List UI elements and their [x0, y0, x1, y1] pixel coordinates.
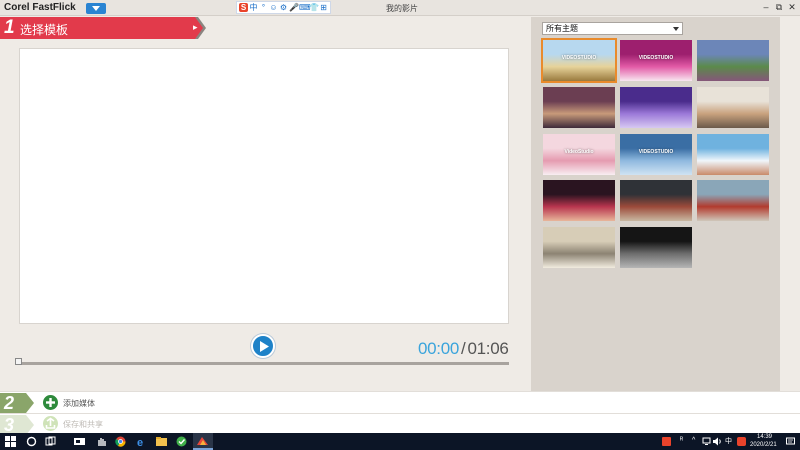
template-vintage-car-dark[interactable]: [620, 227, 692, 268]
fastflick-taskbar-button[interactable]: [193, 433, 213, 450]
step2-badge: 2: [0, 393, 34, 413]
step2-row[interactable]: 2 添加媒体: [0, 391, 800, 413]
template-videostudio-wheat[interactable]: VIDEOSTUDIO: [541, 38, 617, 83]
theme-filter-value: 所有主题: [546, 24, 578, 33]
step1-arrow-icon: ▸: [193, 22, 198, 32]
template-family-portrait[interactable]: [697, 87, 769, 128]
total-time: 01:06: [467, 339, 509, 358]
svg-text:e: e: [137, 437, 143, 447]
windows-taskbar: e ᴿ ^ 中 14:39 2020/2/21: [0, 433, 800, 450]
hand-icon[interactable]: [96, 436, 107, 447]
app-title: Corel FastFlick: [4, 2, 76, 13]
preview-area: [19, 48, 509, 324]
play-button[interactable]: [251, 334, 275, 358]
step1-number: 1: [4, 17, 15, 38]
template-vintage-car-sepia[interactable]: [543, 227, 615, 268]
title-bar: Corel FastFlick S 中 ° ☺ ⚙ 🎤 ⌨ 👕 ⊞ 我的影片 –…: [0, 0, 800, 16]
play-icon: [260, 341, 269, 352]
ime-voice-icon[interactable]: 🎤: [289, 3, 299, 12]
template-couple-red[interactable]: [543, 180, 615, 221]
ime-toolbox-icon[interactable]: ⊞: [319, 3, 328, 12]
tray-chevron-icon[interactable]: ^: [692, 437, 695, 444]
ime-keyboard-icon[interactable]: ⌨: [299, 3, 311, 12]
template-blue-ice[interactable]: VIDEOSTUDIO: [620, 134, 692, 175]
ime-skin-icon[interactable]: 👕: [309, 3, 319, 12]
sogou-tray-icon[interactable]: [737, 437, 746, 446]
clock-date[interactable]: 2020/2/21: [750, 442, 777, 448]
plus-circle-icon[interactable]: [43, 395, 58, 410]
time-separator: /: [461, 339, 466, 358]
template-red-van-sunset[interactable]: [620, 180, 692, 221]
windows-start-icon[interactable]: [5, 436, 16, 447]
template-caption: VIDEOSTUDIO: [638, 149, 674, 155]
ime-emoji-icon[interactable]: ☺: [269, 3, 278, 12]
edge-icon[interactable]: e: [136, 436, 147, 447]
chrome-icon[interactable]: [115, 436, 126, 447]
minimize-button[interactable]: –: [762, 1, 770, 13]
app-green-icon[interactable]: [176, 436, 187, 447]
step3-number: 3: [4, 415, 15, 435]
current-time: 00:00: [418, 339, 460, 358]
task-view-icon[interactable]: [45, 436, 56, 447]
tray-app-icon[interactable]: [662, 437, 671, 446]
template-couple-vintage[interactable]: [543, 87, 615, 128]
notification-icon[interactable]: [786, 437, 795, 446]
cortana-icon[interactable]: [26, 436, 37, 447]
step1-header[interactable]: 1 选择模板 ▸: [0, 17, 206, 39]
template-caption: VIDEOSTUDIO: [638, 55, 674, 61]
explorer-icon[interactable]: [156, 436, 167, 447]
restore-button[interactable]: ⧉: [775, 1, 783, 13]
step3-label: 保存和共享: [63, 420, 103, 429]
step2-number: 2: [4, 393, 15, 413]
dropdown-caret-icon: [673, 27, 679, 31]
people-icon[interactable]: ᴿ: [680, 437, 683, 444]
template-kids-blue[interactable]: [697, 134, 769, 175]
fastflick-icon: [197, 437, 208, 445]
chevron-down-icon: [92, 6, 100, 11]
project-title: 我的影片: [386, 4, 418, 13]
volume-icon[interactable]: [713, 437, 722, 446]
template-caption: VideoStudio: [564, 149, 594, 155]
ime-settings-icon[interactable]: ⚙: [279, 3, 288, 12]
media-icon[interactable]: [74, 436, 85, 447]
step2-label[interactable]: 添加媒体: [63, 398, 95, 409]
step1-label: 选择模板: [20, 23, 69, 37]
clock-time[interactable]: 14:39: [757, 434, 772, 440]
timecode: 00:00/01:06: [418, 339, 509, 359]
ime-mode-icon[interactable]: 中: [249, 3, 258, 12]
template-landscape-purple[interactable]: [697, 40, 769, 81]
close-button[interactable]: ✕: [788, 1, 796, 13]
ime-toolbar[interactable]: S 中 ° ☺ ⚙ 🎤 ⌨ 👕 ⊞: [236, 1, 331, 14]
ime-indicator[interactable]: 中: [725, 436, 732, 446]
ime-punct-icon[interactable]: °: [259, 3, 268, 12]
theme-filter-select[interactable]: 所有主题: [542, 22, 683, 35]
step3-badge: 3: [0, 415, 34, 435]
template-purple-sparkle[interactable]: [620, 87, 692, 128]
window-controls: – ⧉ ✕: [762, 1, 796, 13]
sogou-ime-icon[interactable]: S: [239, 3, 248, 12]
save-share-icon: [43, 416, 58, 431]
app-menu-dropdown[interactable]: [86, 3, 106, 14]
template-red-van-sky[interactable]: [697, 180, 769, 221]
template-floral-pink[interactable]: VideoStudio: [543, 134, 615, 175]
step3-row: 3 保存和共享: [0, 413, 800, 435]
timeline-scrubber[interactable]: [19, 362, 509, 365]
template-pink-frame[interactable]: VIDEOSTUDIO: [620, 40, 692, 81]
template-caption: VIDEOSTUDIO: [561, 55, 597, 61]
network-icon[interactable]: [702, 437, 711, 446]
scrubber-handle[interactable]: [15, 358, 22, 365]
